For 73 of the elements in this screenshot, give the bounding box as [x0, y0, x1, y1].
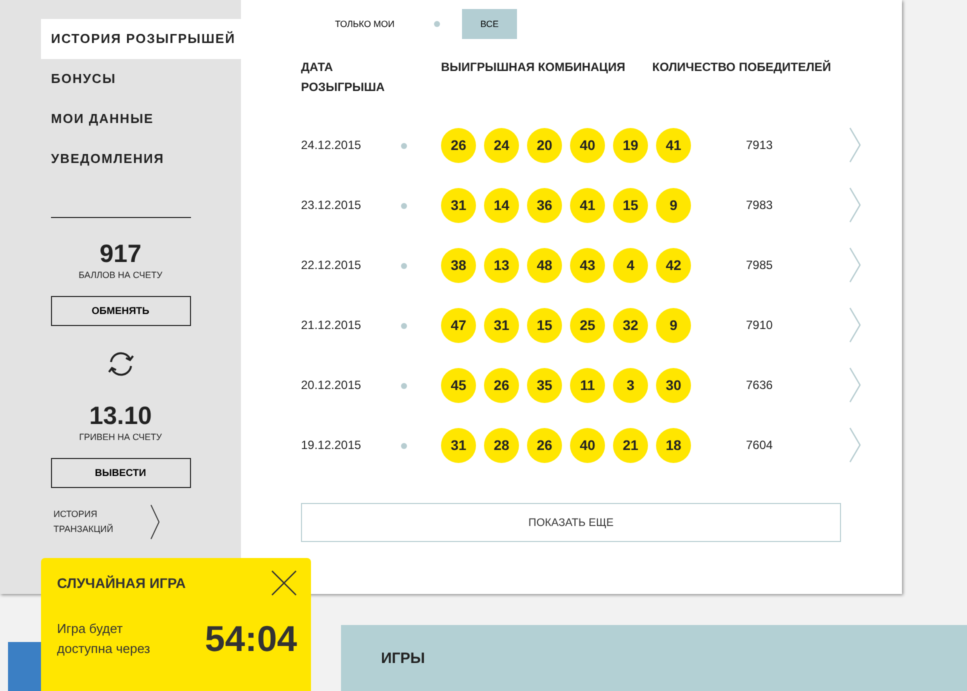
number-ball: 31 [484, 308, 519, 342]
column-header: ДАТА РОЗЫГРЫША [301, 59, 386, 96]
draw-date: 20.12.2015 [301, 378, 362, 392]
countdown-timer: 54:04 [204, 618, 297, 660]
number-ball: 38 [441, 248, 476, 282]
number-ball: 31 [441, 428, 476, 462]
number-ball: 35 [527, 368, 562, 402]
winner-count: 7985 [745, 258, 774, 272]
number-ball: 43 [570, 248, 605, 282]
number-ball: 41 [570, 188, 605, 222]
points-value: 917 [100, 240, 142, 268]
sidebar-item[interactable]: БОНУСЫ [41, 59, 241, 99]
sidebar-item[interactable]: ИСТОРИЯ РОЗЫГРЫШЕЙ [41, 19, 241, 59]
number-ball: 4 [613, 248, 648, 282]
number-ball: 15 [613, 188, 648, 222]
sidebar-item[interactable]: МОИ ДАННЫЕ [41, 99, 241, 139]
column-header: ВЫИГРЫШНАЯ КОМБИНАЦИЯ [441, 59, 626, 76]
number-ball: 13 [484, 248, 519, 282]
number-ball: 48 [527, 248, 562, 282]
number-ball: 21 [613, 428, 648, 462]
number-ball: 47 [441, 308, 476, 342]
number-ball: 25 [570, 308, 605, 342]
number-ball: 15 [527, 308, 562, 342]
draw-date: 19.12.2015 [301, 438, 362, 452]
popup-title: СЛУЧАЙНАЯ ИГРА [57, 575, 186, 591]
draw-date: 24.12.2015 [301, 138, 362, 152]
number-ball: 32 [613, 308, 648, 342]
number-ball: 19 [613, 128, 648, 162]
number-ball: 11 [570, 368, 605, 402]
draw-date: 22.12.2015 [301, 258, 362, 272]
withdraw-button[interactable]: ВЫВЕСТИ [50, 458, 190, 488]
balance-label: ГРИВЕН НА СЧЕТУ [79, 432, 162, 442]
number-ball: 40 [570, 428, 605, 462]
exchange-button[interactable]: ОБМЕНЯТЬ [50, 296, 190, 326]
winner-count: 7913 [745, 138, 774, 152]
winner-count: 7604 [745, 438, 774, 452]
popup-text: Игра будет доступна через [57, 620, 152, 658]
sidebar-item[interactable]: УВЕДОМЛЕНИЯ [41, 139, 241, 179]
number-ball: 9 [656, 188, 691, 222]
column-header: КОЛИЧЕСТВО ПОБЕДИТЕЛЕЙ [651, 59, 831, 76]
show-more-button[interactable]: ПОКАЗАТЬ ЕЩЕ [301, 503, 841, 542]
games-title: ИГРЫ [381, 650, 425, 666]
number-ball: 9 [656, 308, 691, 342]
number-ball: 3 [613, 368, 648, 402]
draw-date: 21.12.2015 [301, 318, 362, 332]
filter-tab[interactable]: ТОЛЬКО МОИ [317, 9, 412, 39]
number-ball: 41 [656, 128, 691, 162]
number-ball: 31 [441, 188, 476, 222]
number-ball: 45 [441, 368, 476, 402]
winner-count: 7636 [745, 378, 774, 392]
filter-tab[interactable]: ВСЕ [462, 9, 517, 39]
refresh-icon[interactable] [106, 350, 136, 378]
draw-date: 23.12.2015 [301, 198, 362, 212]
number-ball: 42 [656, 248, 691, 282]
winner-count: 7910 [745, 318, 774, 332]
close-icon[interactable] [271, 570, 297, 596]
number-ball: 24 [484, 128, 519, 162]
number-ball: 30 [656, 368, 691, 402]
number-ball: 36 [527, 188, 562, 222]
games-bar[interactable]: ИГРЫ [341, 625, 967, 691]
number-ball: 40 [570, 128, 605, 162]
points-label: БАЛЛОВ НА СЧЕТУ [78, 270, 162, 280]
number-ball: 26 [441, 128, 476, 162]
number-ball: 26 [527, 428, 562, 462]
number-ball: 20 [527, 128, 562, 162]
number-ball: 26 [484, 368, 519, 402]
transaction-history-link[interactable]: ИСТОРИЯ ТРАНЗАКЦИЙ [54, 507, 120, 537]
number-ball: 14 [484, 188, 519, 222]
balance-value: 13.10 [89, 402, 152, 430]
number-ball: 28 [484, 428, 519, 462]
number-ball: 18 [656, 428, 691, 462]
chevron-right-icon[interactable] [150, 504, 160, 540]
winner-count: 7983 [745, 198, 774, 212]
